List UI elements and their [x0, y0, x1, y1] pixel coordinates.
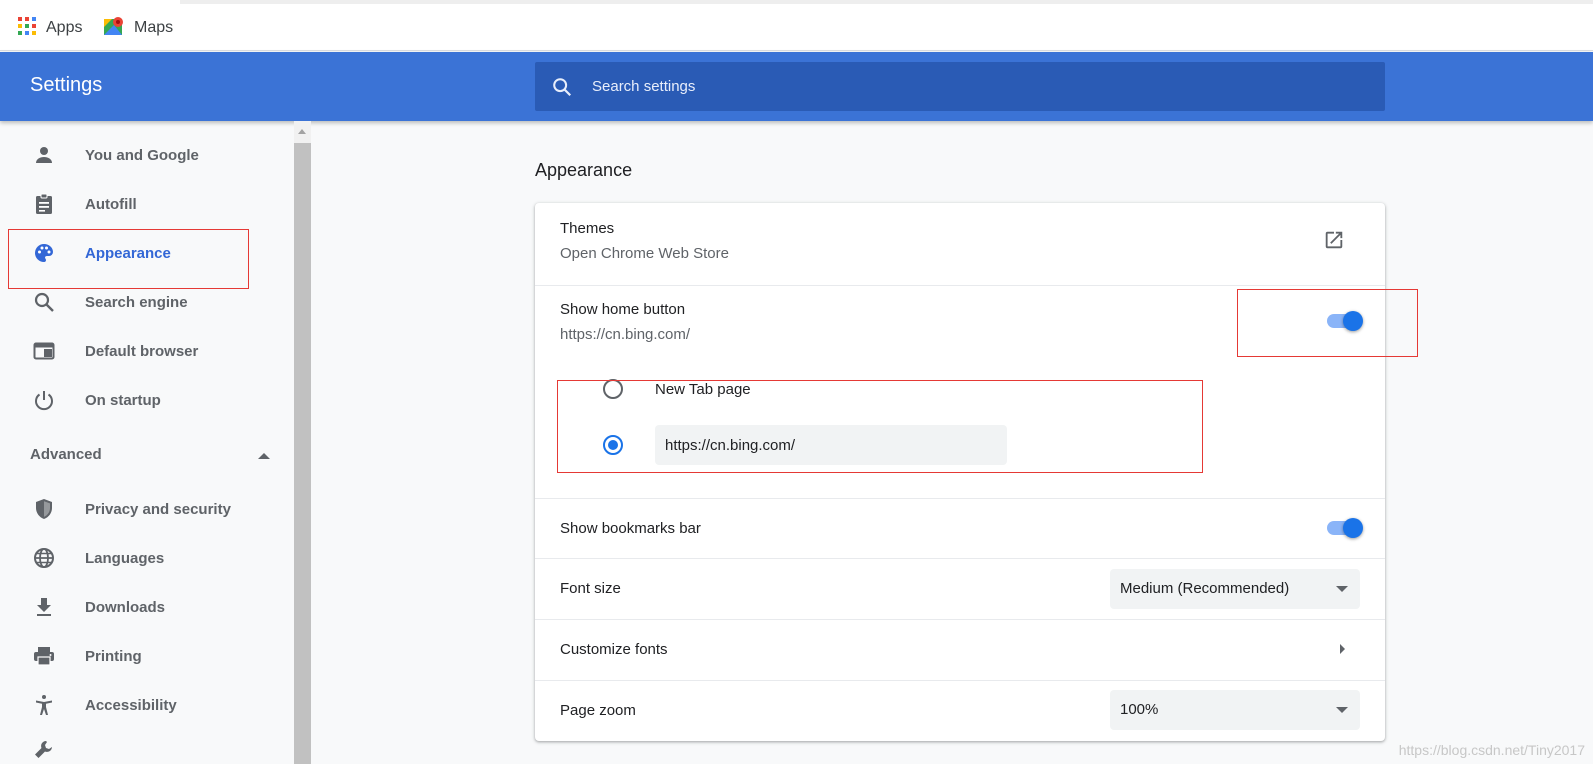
chevron-right-icon [1340, 644, 1345, 654]
sidebar-item-languages[interactable]: Languages [0, 534, 270, 582]
divider [535, 680, 1385, 681]
tab-strip-edge [180, 0, 1593, 4]
font-size-title: Font size [560, 580, 621, 597]
sidebar-item-default-browser[interactable]: Default browser [0, 327, 270, 375]
browser-window-icon [32, 339, 56, 363]
bookmark-apps-label: Apps [46, 19, 83, 36]
sidebar-item-autofill[interactable]: Autofill [0, 180, 270, 228]
sidebar-item-you-and-google[interactable]: You and Google [0, 131, 270, 179]
section-title: Appearance [535, 160, 633, 180]
toggle-knob [1343, 311, 1363, 331]
sidebar-item-accessibility[interactable]: Accessibility [0, 681, 270, 729]
sidebar-item-label: Accessibility [85, 696, 177, 714]
sidebar-item-label: Downloads [85, 598, 166, 616]
divider [535, 619, 1385, 620]
sidebar-item-search-engine[interactable]: Search engine [0, 278, 270, 326]
bookmark-maps-label: Maps [134, 19, 174, 36]
chevron-up-icon [258, 453, 270, 459]
sidebar-item-label: Languages [85, 549, 165, 567]
divider [535, 498, 1385, 499]
page-zoom-title: Page zoom [560, 702, 636, 719]
dropdown-arrow-icon [1336, 586, 1348, 592]
dropdown-arrow-icon [1336, 707, 1348, 713]
search-icon [32, 290, 56, 314]
external-link-icon[interactable] [1323, 229, 1345, 256]
settings-header: Settings [0, 52, 1593, 121]
watermark: https://blog.csdn.net/Tiny2017 [1398, 742, 1585, 758]
bookmarks-bar: Apps Maps [0, 0, 1593, 51]
custom-url-input[interactable] [655, 425, 1007, 465]
bookmarks-bar-toggle[interactable] [1325, 516, 1365, 540]
sidebar-item-downloads[interactable]: Downloads [0, 583, 270, 631]
custom-url-radio[interactable] [603, 435, 623, 455]
search-box[interactable] [535, 62, 1385, 111]
page-title: Settings [30, 74, 103, 96]
search-icon [551, 76, 573, 103]
person-icon [32, 143, 56, 167]
advanced-toggle[interactable]: Advanced [30, 446, 270, 470]
sidebar-item-label: On startup [85, 391, 161, 409]
page-zoom-select[interactable]: 100% [1110, 690, 1360, 730]
new-tab-radio[interactable] [603, 379, 623, 399]
customize-fonts-title: Customize fonts [560, 641, 668, 658]
scrollbar-thumb[interactable] [294, 143, 311, 764]
printer-icon [32, 644, 56, 668]
toggle-knob [1343, 518, 1363, 538]
apps-grid-icon [18, 16, 36, 40]
sidebar-item-label: Privacy and security [85, 500, 231, 518]
font-size-value: Medium (Recommended) [1120, 580, 1290, 597]
scroll-up-icon[interactable] [298, 129, 306, 134]
font-size-select[interactable]: Medium (Recommended) [1110, 569, 1360, 609]
advanced-label: Advanced [30, 446, 102, 463]
bookmarks-bar-title: Show bookmarks bar [560, 520, 701, 537]
sidebar-item-label: Search engine [85, 293, 188, 311]
home-button-toggle[interactable] [1325, 309, 1365, 333]
sidebar-item-label: Appearance [85, 244, 171, 262]
shield-icon [32, 497, 56, 521]
search-input[interactable] [592, 62, 1352, 111]
divider [535, 558, 1385, 559]
divider [535, 285, 1385, 286]
themes-subtitle: Open Chrome Web Store [560, 245, 729, 262]
sidebar-item-on-startup[interactable]: On startup [0, 376, 270, 424]
sidebar-item-privacy-and-security[interactable]: Privacy and security [0, 485, 270, 533]
sidebar: You and Google Autofill Appearance Searc… [0, 121, 294, 764]
bookmark-apps[interactable]: Apps [18, 16, 83, 40]
download-icon [32, 595, 56, 619]
palette-icon [32, 241, 56, 265]
globe-icon [32, 546, 56, 570]
sidebar-item-label: Default browser [85, 342, 199, 360]
appearance-card: Themes Open Chrome Web Store Show home b… [535, 203, 1385, 741]
new-tab-label: New Tab page [655, 381, 751, 398]
accessibility-icon [32, 693, 56, 717]
bookmark-maps[interactable]: Maps [104, 16, 174, 41]
sidebar-item-label: Autofill [85, 195, 137, 213]
sidebar-item-label: Printing [85, 647, 142, 665]
home-button-subtitle: https://cn.bing.com/ [560, 326, 691, 343]
themes-title: Themes [560, 220, 615, 237]
sidebar-item-label: You and Google [85, 146, 199, 164]
clipboard-icon [32, 192, 56, 216]
sidebar-scrollbar[interactable] [294, 121, 311, 764]
sidebar-item-printing[interactable]: Printing [0, 632, 270, 680]
sidebar-item-partial[interactable] [0, 730, 270, 764]
power-icon [32, 388, 56, 412]
maps-icon [104, 16, 124, 41]
sidebar-item-appearance[interactable]: Appearance [0, 229, 270, 277]
wrench-icon [32, 738, 56, 762]
home-button-title: Show home button [560, 301, 686, 318]
page-zoom-value: 100% [1120, 701, 1159, 718]
